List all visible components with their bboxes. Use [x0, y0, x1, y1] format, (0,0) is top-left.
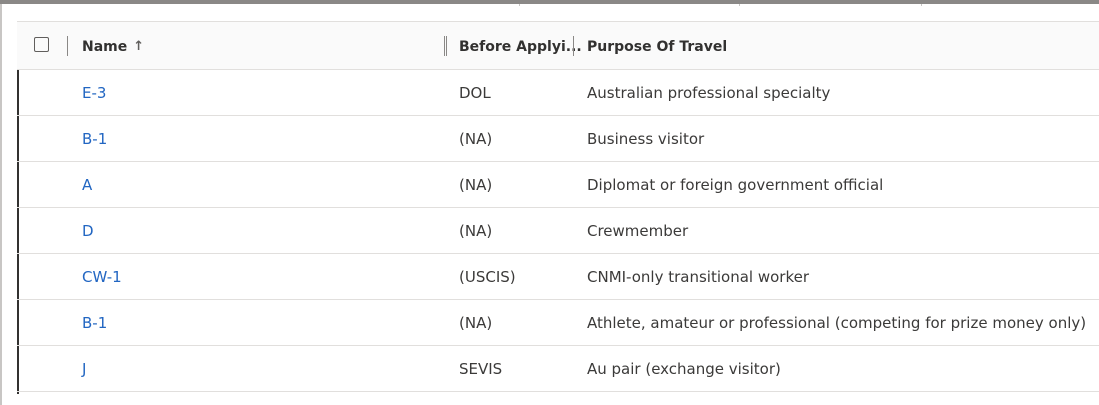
column-header-purpose-label: Purpose Of Travel [587, 38, 728, 55]
name-link[interactable]: A [82, 162, 92, 208]
column-header-name-label: Name [82, 38, 128, 55]
before-applying-cell: DOL [459, 84, 491, 102]
purpose-cell: Athlete, amateur or professional (compet… [587, 314, 1087, 332]
name-link[interactable]: CW-1 [82, 254, 122, 300]
frame-segment [921, 4, 922, 6]
frame-segment [739, 4, 740, 6]
column-resize-handle[interactable] [573, 36, 574, 56]
column-header-before-applying[interactable]: Before Applyi... [459, 22, 582, 71]
purpose-cell: Diplomat or foreign government official [587, 176, 884, 194]
name-link[interactable]: B-1 [82, 300, 107, 346]
table-row[interactable]: J SEVIS Au pair (exchange visitor) [17, 346, 1099, 392]
before-applying-cell: (NA) [459, 176, 493, 194]
purpose-cell: Australian professional specialty [587, 84, 831, 102]
before-applying-cell: (USCIS) [459, 268, 516, 286]
name-link[interactable]: D [82, 208, 94, 254]
column-header-before-label: Before Applyi... [459, 38, 582, 55]
purpose-cell: Au pair (exchange visitor) [587, 360, 781, 378]
data-grid: Name ↑ Before Applyi... Purpose Of Trave… [17, 21, 1099, 405]
before-applying-cell: SEVIS [459, 360, 503, 378]
select-all-checkbox[interactable] [34, 37, 49, 52]
table-row[interactable]: D (NA) Crewmember [17, 208, 1099, 254]
arrow-up-icon: ↑ [133, 39, 145, 54]
purpose-cell: Crewmember [587, 222, 689, 240]
table-row[interactable]: CW-1 (USCIS) CNMI-only transitional work… [17, 254, 1099, 300]
column-resize-handle[interactable] [444, 36, 447, 56]
grid-header: Name ↑ Before Applyi... Purpose Of Trave… [17, 21, 1099, 70]
before-applying-cell: (NA) [459, 314, 493, 332]
name-link[interactable]: B-1 [82, 116, 107, 162]
before-applying-cell: (NA) [459, 130, 493, 148]
name-link[interactable]: J [82, 346, 86, 392]
grid-body: E-3 DOL Australian professional specialt… [17, 70, 1099, 392]
purpose-cell: Business visitor [587, 130, 705, 148]
before-applying-cell: (NA) [459, 222, 493, 240]
column-header-name[interactable]: Name ↑ [82, 22, 144, 71]
table-row[interactable]: B-1 (NA) Athlete, amateur or professiona… [17, 300, 1099, 346]
table-row[interactable]: E-3 DOL Australian professional specialt… [17, 70, 1099, 116]
top-frame-bar [0, 0, 1099, 6]
purpose-cell: CNMI-only transitional worker [587, 268, 809, 286]
table-row[interactable]: B-1 (NA) Business visitor [17, 116, 1099, 162]
table-row[interactable]: A (NA) Diplomat or foreign government of… [17, 162, 1099, 208]
frame-segment [519, 4, 520, 6]
column-header-purpose[interactable]: Purpose Of Travel [587, 22, 727, 71]
name-link[interactable]: E-3 [82, 70, 106, 116]
column-resize-handle[interactable] [67, 36, 68, 56]
left-frame-border [0, 4, 2, 405]
